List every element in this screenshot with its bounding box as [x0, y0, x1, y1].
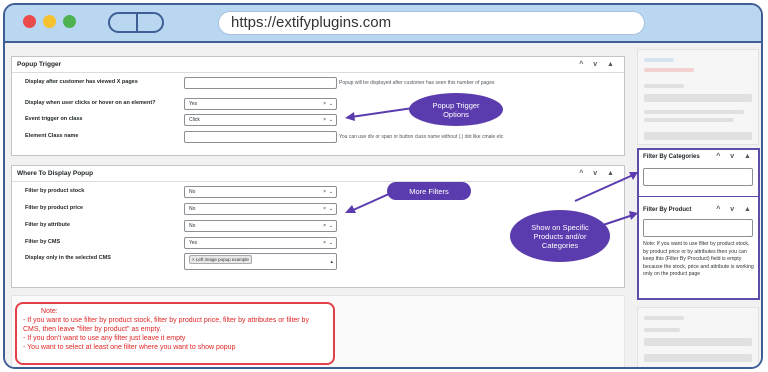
callout-text: More Filters: [409, 186, 449, 196]
sidebar-toggle-icon[interactable]: [108, 12, 164, 33]
callout-text: Popup Trigger Options: [432, 100, 480, 119]
close-window-icon[interactable]: [23, 15, 36, 28]
usage-note: Note: - If you want to use filter by pro…: [15, 302, 335, 365]
callout-text: Show on Specific Products and/or Categor…: [531, 222, 589, 250]
specific-products-callout: Show on Specific Products and/or Categor…: [510, 210, 610, 262]
minimize-window-icon[interactable]: [43, 15, 56, 28]
page-content: Popup Trigger ^ v ▲ Display after custom…: [5, 45, 761, 367]
note-line: - If you don't want to use any filter ju…: [23, 335, 186, 342]
more-filters-callout: More Filters: [387, 182, 471, 200]
note-title: Note:: [41, 308, 58, 315]
address-bar[interactable]: https://extifyplugins.com: [218, 11, 645, 35]
browser-toolbar: https://extifyplugins.com: [5, 5, 761, 43]
browser-window: https://extifyplugins.com Popup Trigger …: [3, 3, 763, 369]
maximize-window-icon[interactable]: [63, 15, 76, 28]
trigger-options-callout: Popup Trigger Options: [409, 93, 503, 126]
note-line: - If you want to use filter by product s…: [23, 317, 309, 333]
note-line: - You want to select at least one filter…: [23, 344, 236, 351]
